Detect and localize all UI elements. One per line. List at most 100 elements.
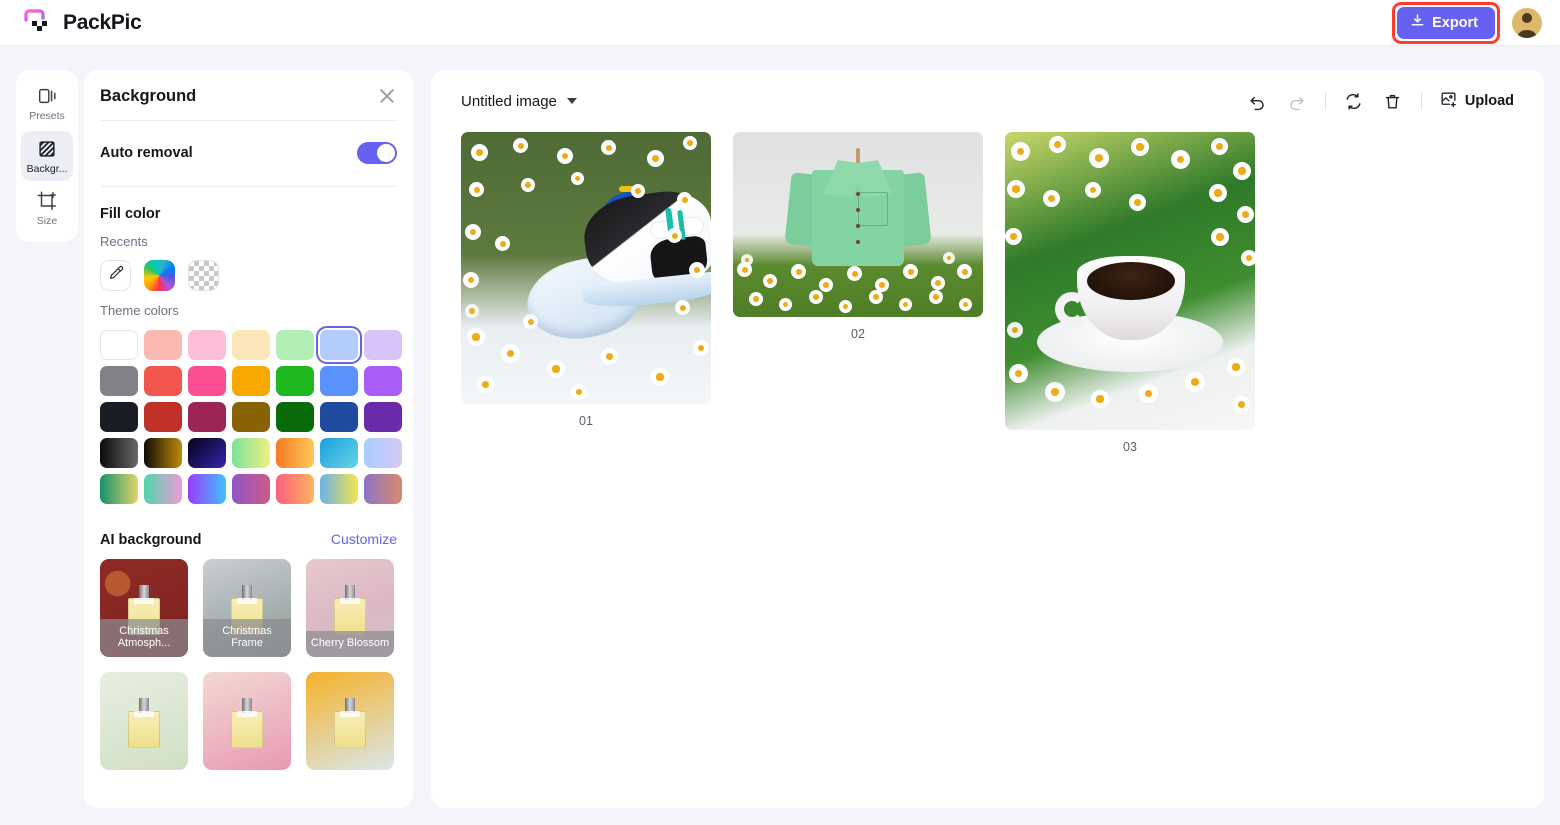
daisy-flower [1211,138,1228,155]
daisy-flower [1237,206,1254,223]
toolbar-separator-1 [1324,92,1326,110]
theme-color-swatch[interactable] [100,402,138,432]
theme-color-swatch[interactable] [144,330,182,360]
undo-icon[interactable] [1247,90,1269,112]
ai-background-card[interactable]: Cherry Blossom [306,559,394,657]
daisy-flower [677,192,692,207]
ai-background-card[interactable]: Christmas Atmosph... [100,559,188,657]
theme-color-swatch[interactable] [100,366,138,396]
daisy-flower [1233,396,1250,413]
theme-color-swatch[interactable] [188,366,226,396]
close-icon[interactable] [377,86,397,106]
daisy-flower [929,290,943,304]
rainbow-picker-swatch[interactable] [144,260,175,291]
image-upload-icon [1439,90,1458,113]
redo-icon[interactable] [1286,90,1308,112]
export-highlight-annotation: Export [1392,1,1500,44]
daisy-flower [749,292,763,306]
trash-icon[interactable] [1382,90,1404,112]
theme-color-swatch[interactable] [320,438,358,468]
theme-color-swatch[interactable] [144,402,182,432]
daisy-flower [839,300,852,313]
document-name-dropdown[interactable]: Untitled image [461,93,577,110]
coffee-artwork [1005,132,1255,430]
image-thumbnail[interactable] [461,132,711,404]
theme-color-swatch[interactable] [276,330,314,360]
ai-background-card[interactable] [100,672,188,770]
ai-background-card[interactable] [306,672,394,770]
perfume-bottle-icon [334,698,366,748]
theme-color-swatch[interactable] [364,402,402,432]
theme-color-swatch[interactable] [232,366,270,396]
theme-color-swatch[interactable] [144,474,182,504]
daisy-flower [869,290,883,304]
refresh-icon[interactable] [1343,90,1365,112]
image-thumbnail[interactable] [1005,132,1255,430]
upload-button[interactable]: Upload [1439,90,1514,113]
daisy-flower [1185,372,1205,392]
daisy-flower [1005,228,1022,245]
daisy-flower [471,144,488,161]
theme-color-swatch[interactable] [320,402,358,432]
perfume-bottle-icon [334,585,366,635]
customize-link[interactable]: Customize [331,531,397,547]
daisy-flower [1007,322,1023,338]
theme-color-swatch[interactable] [320,366,358,396]
ai-background-grid: Christmas Atmosph... Christmas Frame Cherr… [100,559,397,770]
export-button[interactable]: Export [1397,6,1495,39]
theme-color-swatch[interactable] [364,438,402,468]
theme-color-swatch[interactable] [316,326,362,364]
daisy-flower [1045,382,1065,402]
document-name: Untitled image [461,92,557,110]
ai-background-card[interactable]: Christmas Frame [203,559,291,657]
theme-color-swatch[interactable] [364,366,402,396]
shoe-upper [579,184,711,324]
eyedropper-swatch[interactable] [100,260,131,291]
daisy-flower [631,184,645,198]
daisy-flower [647,150,664,167]
shirt-artwork [733,132,983,317]
theme-color-swatch[interactable] [276,402,314,432]
ai-background-card[interactable] [203,672,291,770]
daisy-flower [1131,138,1149,156]
theme-color-swatch[interactable] [232,438,270,468]
image-thumbnail[interactable] [733,132,983,317]
daisy-flower [469,182,484,197]
theme-color-swatch[interactable] [188,402,226,432]
theme-color-swatch[interactable] [188,474,226,504]
sidebar-item-background[interactable]: Backgr... [21,130,73,182]
theme-color-swatch[interactable] [188,438,226,468]
transparent-swatch[interactable] [188,260,219,291]
left-tool-rail: Presets Backgr... Size [16,70,78,242]
daisy-flower [689,262,705,278]
theme-color-swatch[interactable] [276,438,314,468]
daisy-flower [675,300,690,315]
theme-color-swatch[interactable] [364,330,402,360]
auto-removal-toggle[interactable] [357,142,397,164]
theme-color-swatch[interactable] [364,474,402,504]
theme-color-swatch[interactable] [232,330,270,360]
theme-color-swatch[interactable] [232,474,270,504]
sidebar-item-size[interactable]: Size [21,183,73,234]
theme-color-swatch[interactable] [276,366,314,396]
presets-icon [36,85,58,107]
panel-divider-mid [100,186,397,187]
theme-color-swatch[interactable] [100,474,138,504]
theme-color-swatch[interactable] [188,330,226,360]
daisy-flower [779,298,792,311]
size-crop-icon [36,190,58,212]
user-avatar-icon[interactable] [1512,7,1542,38]
perfume-bottle-icon [128,698,160,748]
theme-color-swatch[interactable] [100,438,138,468]
theme-color-swatch[interactable] [232,402,270,432]
theme-color-swatch[interactable] [276,474,314,504]
canvas-area: Untitled image Upload 01 02 03 [431,70,1544,808]
theme-color-swatch[interactable] [144,366,182,396]
sidebar-item-presets[interactable]: Presets [21,78,73,129]
theme-color-swatch[interactable] [144,438,182,468]
daisy-flower [741,254,753,266]
daisy-flower [547,360,565,378]
theme-color-swatch[interactable] [320,474,358,504]
daisy-flower [465,304,479,318]
theme-color-swatch[interactable] [100,330,138,360]
